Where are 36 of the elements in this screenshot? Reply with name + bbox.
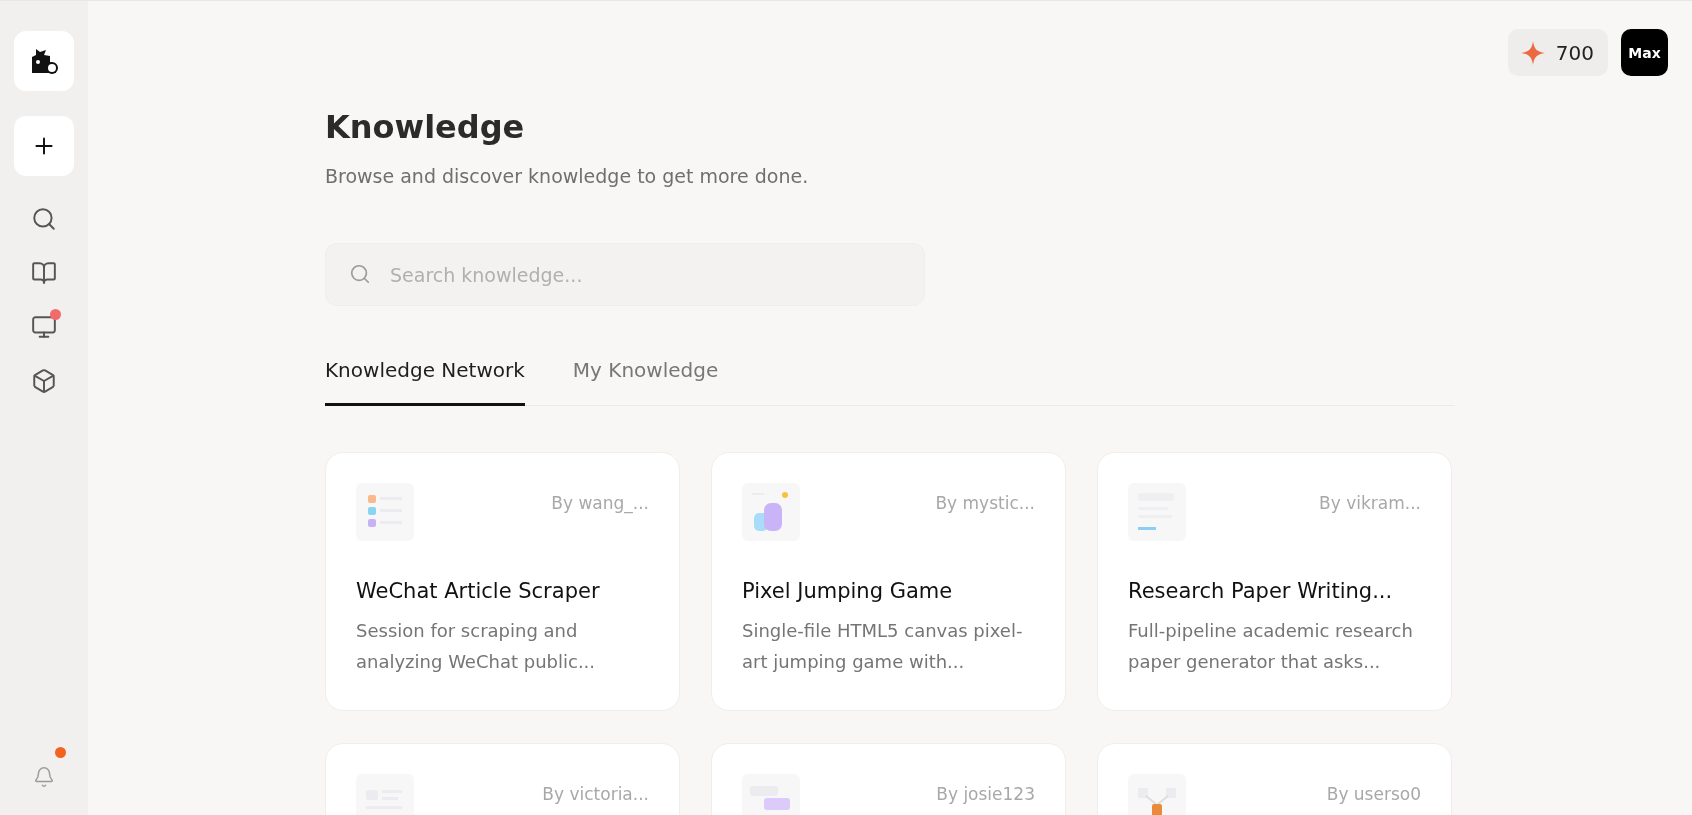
search-icon <box>349 263 371 285</box>
card-author: By mystic... <box>935 493 1035 513</box>
card-author: By victoria... <box>542 784 649 804</box>
notification-dot <box>50 309 61 320</box>
avatar-logo[interactable]: Max <box>1621 29 1668 76</box>
knowledge-card[interactable]: By vikram... Research Paper Writing... Full-pipeline academic research paper generator that asks... <box>1097 452 1452 711</box>
card-description: Session for scraping and analyzing WeChat public... <box>356 619 597 674</box>
cube-icon <box>31 368 57 394</box>
preview-icon <box>356 483 414 541</box>
preview-icon <box>742 483 800 541</box>
card-author: By userso0 <box>1326 784 1421 804</box>
preview-icon <box>742 774 800 815</box>
page-title: Knowledge <box>325 107 526 147</box>
monitor-icon <box>31 314 57 340</box>
preview-icon <box>1128 483 1186 541</box>
card-title: WeChat Article Scraper <box>356 579 601 603</box>
book-icon <box>31 260 57 286</box>
logo-button[interactable] <box>14 31 74 91</box>
card-description: Full-pipeline academic research paper generator that asks... <box>1128 619 1414 674</box>
tab[interactable]: Knowledge Network <box>325 352 525 406</box>
credits-button[interactable]: 700 <box>1507 29 1608 76</box>
card-title: Research Paper Writing... <box>1128 579 1394 603</box>
search-icon <box>31 206 57 232</box>
card-author: By vikram... <box>1319 493 1421 513</box>
card-author: By josie123 <box>936 784 1035 804</box>
knowledge-card[interactable]: By mystic... Pixel Jumping Game Single-file HTML5 canvas pixel-art jumping game with... <box>711 452 1066 711</box>
knowledge-card[interactable]: By wang_... WeChat Article Scraper Session for scraping and analyzing WeChat public... <box>325 452 680 711</box>
search-field[interactable]: Search knowledge... <box>325 243 925 306</box>
avatar-title: Max <box>1628 45 1661 60</box>
page-subtitle: Browse and discover knowledge to get more done. <box>325 165 810 187</box>
tab[interactable]: My Knowledge <box>572 352 719 406</box>
card-author: By wang_... <box>551 493 649 513</box>
preview-icon <box>1128 774 1186 815</box>
card-description: Single-file HTML5 canvas pixel-art jumping game with... <box>742 619 1024 674</box>
bell-icon <box>33 766 55 788</box>
card-title: Pixel Jumping Game <box>742 579 954 603</box>
